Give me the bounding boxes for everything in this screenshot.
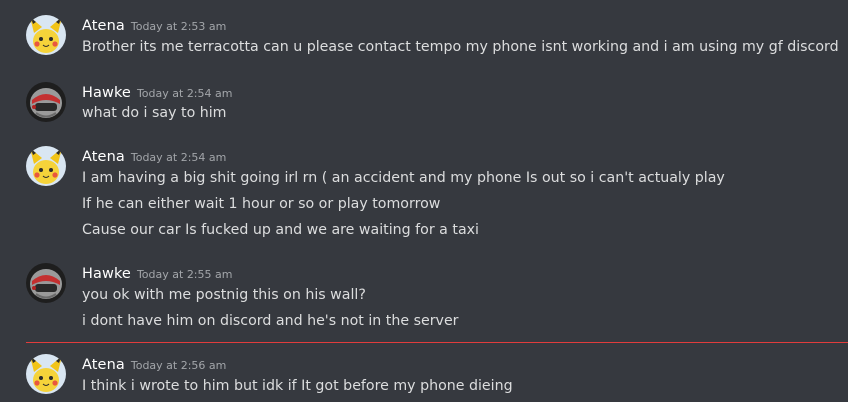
message-text: Brother its me terracotta can u please c… bbox=[82, 39, 839, 55]
chat-messages: Atena Today at 2:53 am Brother its me ter… bbox=[0, 0, 848, 402]
message-text: I am having a big shit going irl rn ( an… bbox=[82, 170, 725, 186]
message-header: Hawke Today at 2:54 am bbox=[82, 82, 232, 102]
message-header: Atena Today at 2:56 am bbox=[82, 354, 226, 374]
message-text: If he can either wait 1 hour or so or pl… bbox=[82, 196, 441, 212]
message-header: Hawke Today at 2:55 am bbox=[82, 263, 232, 283]
pikachu-avatar-icon[interactable] bbox=[26, 15, 66, 55]
message-text: I think i wrote to him but idk if It got… bbox=[82, 378, 513, 394]
message-text: what do i say to him bbox=[82, 105, 227, 121]
message-header: Atena Today at 2:53 am bbox=[82, 15, 226, 35]
message-text: Cause our car Is fucked up and we are wa… bbox=[82, 222, 479, 238]
pikachu-avatar-icon[interactable] bbox=[26, 354, 66, 394]
timestamp: Today at 2:53 am bbox=[130, 20, 227, 33]
timestamp: Today at 2:54 am bbox=[136, 87, 233, 100]
helmet-avatar-icon[interactable] bbox=[26, 82, 66, 122]
username[interactable]: Atena bbox=[82, 18, 125, 34]
new-messages-divider bbox=[26, 342, 848, 343]
message-header: Atena Today at 2:54 am bbox=[82, 146, 226, 166]
username[interactable]: Hawke bbox=[82, 85, 131, 101]
username[interactable]: Hawke bbox=[82, 266, 131, 282]
username[interactable]: Atena bbox=[82, 357, 125, 373]
helmet-avatar-icon[interactable] bbox=[26, 263, 66, 303]
message-text: you ok with me postnig this on his wall? bbox=[82, 287, 366, 303]
timestamp: Today at 2:56 am bbox=[130, 359, 227, 372]
pikachu-avatar-icon[interactable] bbox=[26, 146, 66, 186]
username[interactable]: Atena bbox=[82, 149, 125, 165]
timestamp: Today at 2:55 am bbox=[136, 268, 233, 281]
message-text: i dont have him on discord and he's not … bbox=[82, 313, 459, 329]
timestamp: Today at 2:54 am bbox=[130, 151, 227, 164]
